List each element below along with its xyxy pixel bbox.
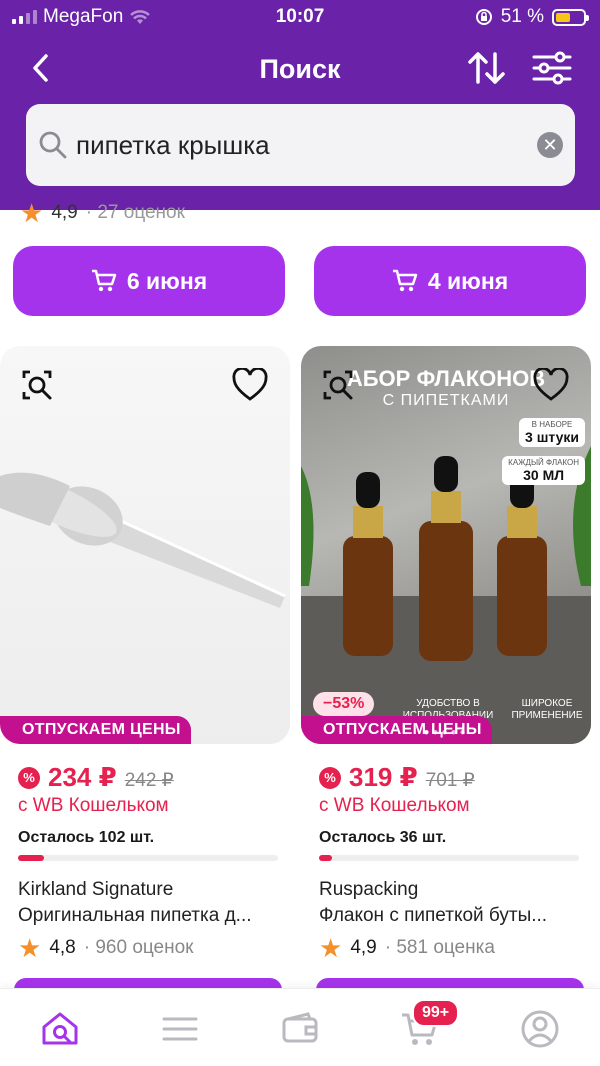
star-icon: ★ [18, 933, 42, 963]
product-rating: ★ 4,8 · 960 оценок [18, 933, 194, 963]
wallet-note: с WB Кошельком [319, 795, 470, 816]
page-title: Поиск [259, 54, 341, 84]
wallet-discount-icon: % [319, 766, 341, 789]
preview-icon[interactable] [321, 368, 355, 402]
old-price: 701 ₽ [425, 770, 475, 791]
stock-remaining: Осталось 102 шт. [18, 829, 155, 846]
product-brand: Kirkland Signature [18, 879, 174, 900]
battery-percent: 51 % [500, 6, 544, 27]
cart-icon [91, 269, 117, 292]
orientation-lock-icon [475, 9, 492, 25]
search-field[interactable]: пипетка крышка ✕ [26, 104, 575, 186]
preview-icon[interactable] [20, 368, 54, 402]
star-icon: ★ [319, 933, 343, 963]
search-icon [39, 131, 67, 159]
product-rating: ★ 4,9 · 581 оценка [319, 933, 495, 963]
wallet-discount-icon: % [18, 766, 40, 789]
tab-catalog-icon[interactable] [160, 1009, 200, 1049]
product-brand: Ruspacking [319, 879, 419, 900]
product-image[interactable]: АБОР ФЛАКОНОВ С ПИПЕТКАМИ В НАБОРЕ 3 шту… [301, 346, 591, 744]
search-input[interactable]: пипетка крышка [76, 130, 270, 161]
stock-bar [319, 855, 579, 861]
status-bar: MegaFon 10:07 51 % [0, 0, 600, 36]
favorite-icon[interactable] [232, 368, 268, 402]
prev-product-rating: ★ 4,9 · 27 оценок [20, 198, 185, 228]
promo-label: ОТПУСКАЕМ ЦЕНЫ [0, 716, 191, 744]
tab-bar: 99+ [0, 988, 600, 1066]
image-pager[interactable]: ●●●●● [301, 727, 591, 738]
star-icon: ★ [20, 198, 44, 228]
product-name[interactable]: Флакон с пипеткой буты... [301, 905, 576, 927]
sort-button[interactable] [466, 50, 508, 86]
app-header: MegaFon 10:07 51 % Поиск пипетка крышка … [0, 0, 600, 210]
wallet-note: с WB Кошельком [18, 795, 169, 816]
price: 319 ₽ [349, 762, 418, 792]
stock-bar [18, 855, 278, 861]
product-name[interactable]: Оригинальная пипетка д... [0, 905, 275, 927]
cart-icon [392, 269, 418, 292]
nav-bar: Поиск [0, 40, 600, 96]
tab-wallet-icon[interactable] [280, 1009, 320, 1049]
add-to-cart-button[interactable]: 4 июня [314, 246, 586, 316]
tab-home-search-icon[interactable] [40, 1009, 80, 1049]
price: 234 ₽ [48, 762, 117, 792]
product-card[interactable]: АБОР ФЛАКОНОВ С ПИПЕТКАМИ В НАБОРЕ 3 шту… [301, 346, 591, 961]
product-card[interactable]: ОТПУСКАЕМ ЦЕНЫ % 234 ₽ 242 ₽ с WB Кошель… [0, 346, 290, 961]
tab-profile-icon[interactable] [520, 1009, 560, 1049]
filter-button[interactable] [530, 50, 574, 86]
clear-search-button[interactable]: ✕ [537, 132, 563, 158]
product-image[interactable]: ОТПУСКАЕМ ЦЕНЫ [0, 346, 290, 744]
add-to-cart-button[interactable]: 6 июня [13, 246, 285, 316]
battery-icon [552, 8, 589, 26]
discount-badge: −53% [313, 692, 375, 716]
cart-count-badge: 99+ [412, 999, 460, 1027]
favorite-icon[interactable] [533, 368, 569, 402]
old-price: 242 ₽ [124, 770, 174, 791]
pipette-image [0, 472, 286, 608]
stock-remaining: Осталось 36 шт. [319, 829, 447, 846]
